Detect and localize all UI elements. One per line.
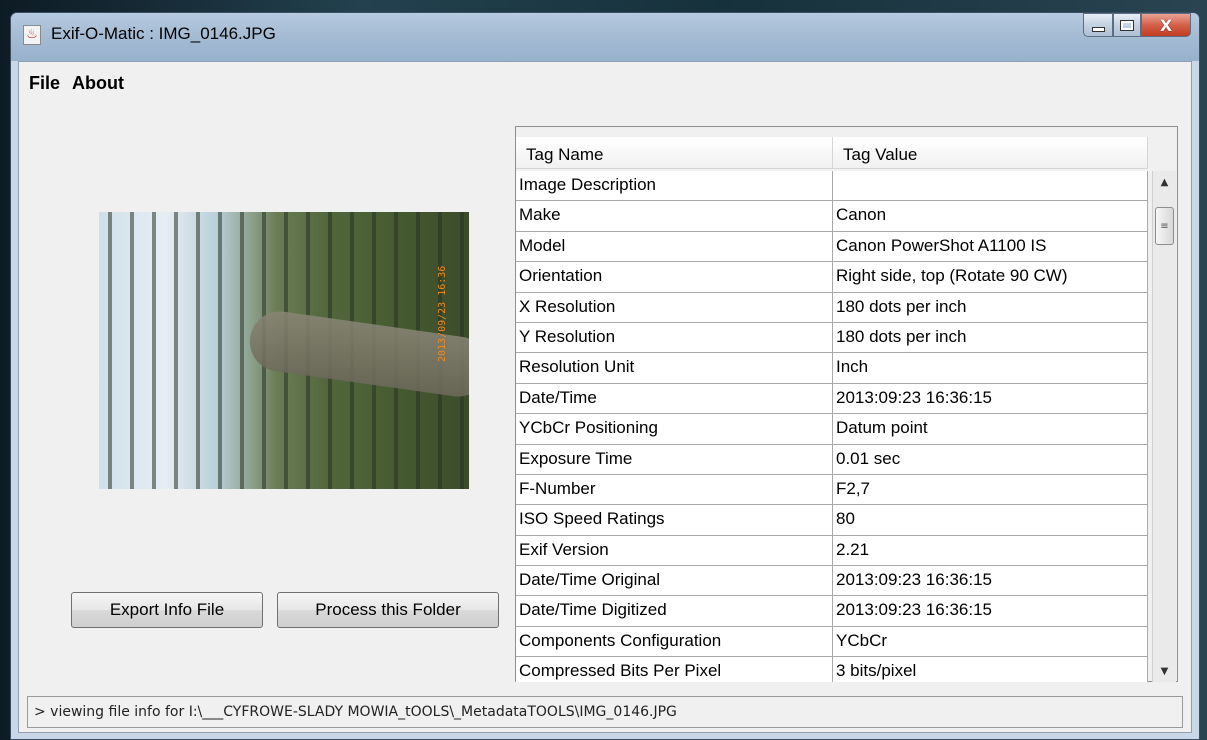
table-row[interactable]: Exif Version 2.21 — [516, 535, 1148, 567]
tag-name-cell[interactable]: Date/Time — [516, 383, 833, 415]
menu-about[interactable]: About — [66, 62, 130, 92]
tag-value-cell[interactable]: 180 dots per inch — [833, 322, 1148, 354]
scroll-down-arrow-icon[interactable]: ▼ — [1153, 660, 1176, 682]
table-row[interactable]: Components Configuration YCbCr — [516, 626, 1148, 658]
tag-value-cell[interactable]: Datum point — [833, 414, 1148, 445]
table-row[interactable]: F-Number F2,7 — [516, 474, 1148, 506]
table-row[interactable]: Y Resolution 180 dots per inch — [516, 322, 1148, 354]
vertical-scrollbar[interactable]: ▲ ≡ ▼ — [1152, 171, 1176, 682]
tag-value-cell[interactable]: 2013:09:23 16:36:15 — [833, 596, 1148, 627]
tag-value-cell[interactable]: F2,7 — [833, 474, 1148, 506]
tag-value-cell[interactable] — [833, 171, 1148, 202]
tag-value-cell[interactable]: 2013:09:23 16:36:15 — [833, 383, 1148, 415]
table-row[interactable]: Orientation Right side, top (Rotate 90 CW… — [516, 262, 1148, 293]
table-row[interactable]: Model Canon PowerShot A1100 IS — [516, 231, 1148, 263]
window-controls: X — [1083, 13, 1191, 39]
tag-value-cell[interactable]: 3 bits/pixel — [833, 657, 1148, 682]
photo-date-stamp: 2013/09/23 16:36 — [437, 265, 448, 362]
app-window: ♨ Exif-O-Matic : IMG_0146.JPG X File Abo… — [10, 12, 1200, 740]
tag-name-cell[interactable]: ISO Speed Ratings — [516, 505, 833, 536]
tag-value-cell[interactable]: 2013:09:23 16:36:15 — [833, 566, 1148, 597]
tag-name-cell[interactable]: F-Number — [516, 474, 833, 506]
title-bar[interactable]: ♨ Exif-O-Matic : IMG_0146.JPG X — [11, 13, 1199, 61]
table-row[interactable]: Image Description — [516, 171, 1148, 202]
tag-name-cell[interactable]: X Resolution — [516, 292, 833, 323]
tag-name-cell[interactable]: Exposure Time — [516, 444, 833, 475]
tag-value-cell[interactable]: 2.21 — [833, 535, 1148, 567]
menu-bar: File About — [19, 62, 130, 92]
table-row[interactable]: ISO Speed Ratings 80 — [516, 505, 1148, 536]
forest-path — [245, 307, 469, 401]
table-row[interactable]: X Resolution 180 dots per inch — [516, 292, 1148, 323]
tag-name-cell[interactable]: YCbCr Positioning — [516, 414, 833, 445]
tag-value-cell[interactable]: Canon PowerShot A1100 IS — [833, 231, 1148, 263]
java-app-icon[interactable]: ♨ — [23, 25, 41, 45]
close-icon: X — [1159, 15, 1173, 35]
tag-value-cell[interactable]: Right side, top (Rotate 90 CW) — [833, 262, 1148, 293]
exif-table: Tag Name Tag Value Image Description Make… — [515, 126, 1178, 682]
maximize-icon — [1120, 19, 1134, 31]
table-row[interactable]: Date/Time Original 2013:09:23 16:36:15 — [516, 566, 1148, 597]
column-header-tag-value[interactable]: Tag Value — [833, 137, 1148, 169]
table-row[interactable]: Exposure Time 0.01 sec — [516, 444, 1148, 475]
tag-name-cell[interactable]: Resolution Unit — [516, 353, 833, 384]
tag-name-cell[interactable]: Model — [516, 231, 833, 263]
tag-name-cell[interactable]: Date/Time Original — [516, 566, 833, 597]
tag-value-cell[interactable]: 0.01 sec — [833, 444, 1148, 475]
table-row[interactable]: Date/Time 2013:09:23 16:36:15 — [516, 383, 1148, 415]
tag-name-cell[interactable]: Components Configuration — [516, 626, 833, 658]
minimize-icon — [1091, 26, 1105, 32]
tag-value-cell[interactable]: 80 — [833, 505, 1148, 536]
table-row[interactable]: Date/Time Digitized 2013:09:23 16:36:15 — [516, 596, 1148, 627]
process-this-folder-button[interactable]: Process this Folder — [277, 592, 499, 628]
tag-name-cell[interactable]: Y Resolution — [516, 322, 833, 354]
menu-file[interactable]: File — [23, 62, 66, 92]
client-area: File About 2013/09/23 16:36 Export Info … — [18, 61, 1192, 733]
tag-value-cell[interactable]: 180 dots per inch — [833, 292, 1148, 323]
tag-name-cell[interactable]: Compressed Bits Per Pixel — [516, 657, 833, 682]
table-row[interactable]: Compressed Bits Per Pixel 3 bits/pixel — [516, 657, 1148, 682]
export-info-file-button[interactable]: Export Info File — [71, 592, 263, 628]
status-bar: > viewing file info for I:\___CYFROWE-SL… — [27, 696, 1183, 728]
tag-name-cell[interactable]: Date/Time Digitized — [516, 596, 833, 627]
minimize-button[interactable] — [1083, 13, 1113, 37]
image-preview: 2013/09/23 16:36 — [99, 212, 469, 489]
table-body: Image Description Make Canon Model Canon Pow… — [516, 171, 1148, 682]
table-row[interactable]: Resolution Unit Inch — [516, 353, 1148, 384]
maximize-button[interactable] — [1113, 13, 1141, 37]
scroll-thumb[interactable]: ≡ — [1155, 207, 1174, 245]
tag-value-cell[interactable]: Inch — [833, 353, 1148, 384]
table-header: Tag Name Tag Value — [516, 137, 1148, 169]
window-title: Exif-O-Matic : IMG_0146.JPG — [51, 24, 276, 43]
tag-value-cell[interactable]: YCbCr — [833, 626, 1148, 658]
table-row[interactable]: YCbCr Positioning Datum point — [516, 414, 1148, 445]
tag-name-cell[interactable]: Orientation — [516, 262, 833, 293]
close-button[interactable]: X — [1141, 13, 1191, 37]
column-header-tag-name[interactable]: Tag Name — [516, 137, 833, 169]
tag-name-cell[interactable]: Exif Version — [516, 535, 833, 567]
tag-name-cell[interactable]: Image Description — [516, 171, 833, 202]
table-row[interactable]: Make Canon — [516, 201, 1148, 232]
tag-value-cell[interactable]: Canon — [833, 201, 1148, 232]
tag-name-cell[interactable]: Make — [516, 201, 833, 232]
scroll-up-arrow-icon[interactable]: ▲ — [1153, 171, 1176, 193]
